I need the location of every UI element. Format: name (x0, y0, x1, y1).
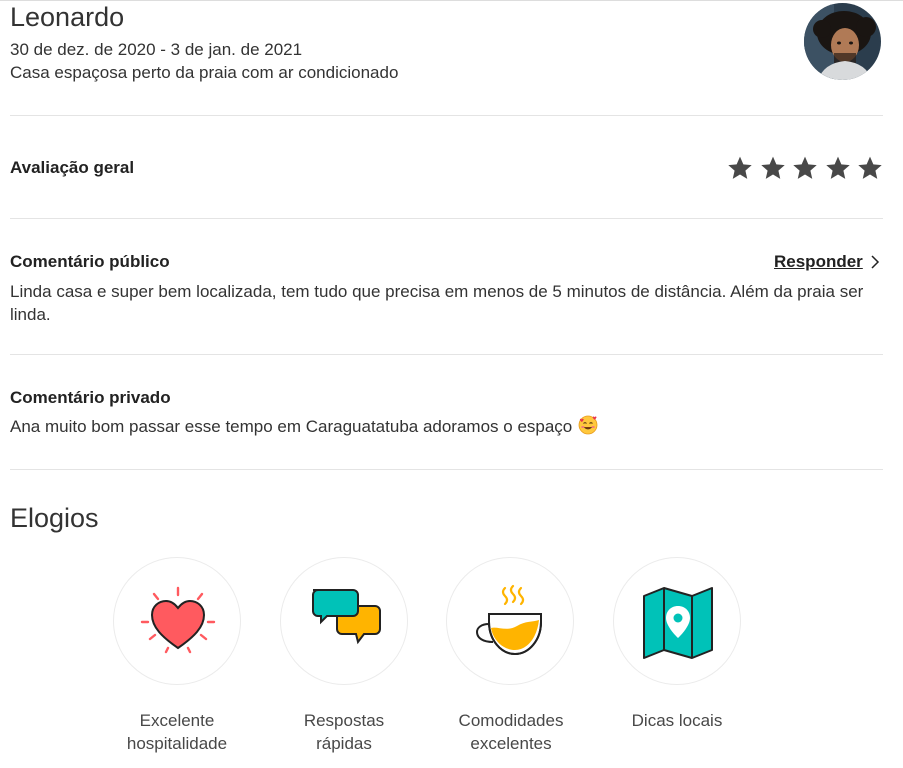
divider (10, 115, 883, 116)
compliment-label-amenities: Comodidades excelentes (458, 711, 564, 753)
star-icon (858, 156, 882, 179)
overall-rating-label: Avaliação geral (10, 158, 135, 177)
public-comment-title: Comentário público (10, 252, 170, 271)
compliment-label-hospitality: Excelente hospitalidade (126, 711, 228, 753)
divider (10, 218, 883, 219)
stay-dates: 30 de dez. de 2020 - 3 de jan. de 2021 (10, 40, 303, 59)
star-icon (728, 156, 752, 179)
compliment-label-responses: Respostas rápidas (303, 711, 385, 753)
avatar[interactable] (804, 3, 881, 80)
compliment-badge-local-tips (613, 557, 741, 685)
top-border (0, 0, 903, 1)
star-icon (825, 156, 850, 179)
star-icon (760, 156, 785, 179)
private-comment-text: Ana muito bom passar esse tempo em Carag… (10, 417, 573, 436)
chevron-right-icon[interactable] (870, 254, 880, 270)
avatar-photo (804, 3, 881, 80)
chat-bubbles-icon (312, 589, 381, 645)
heart-icon (140, 586, 216, 654)
reply-link[interactable]: Responder (774, 252, 863, 272)
star-rating (727, 155, 883, 183)
private-comment-title: Comentário privado (10, 388, 171, 407)
smiling-face-with-hearts-emoji (578, 415, 598, 435)
listing-title: Casa espaçosa perto da praia com ar cond… (10, 63, 399, 82)
guest-name: Leonardo (10, 2, 125, 32)
compliment-badge-amenities (446, 557, 574, 685)
map-pin-icon (643, 587, 713, 659)
private-comment: Ana muito bom passar esse tempo em Carag… (10, 415, 880, 438)
divider (10, 354, 883, 355)
compliments-title: Elogios (10, 503, 99, 533)
divider (10, 469, 883, 470)
compliment-badge-hospitality (113, 557, 241, 685)
compliment-badge-responses (280, 557, 408, 685)
public-comment-text: Linda casa e super bem localizada, tem t… (10, 282, 864, 324)
compliment-label-local-tips: Dicas locais (631, 711, 723, 730)
coffee-cup-icon (475, 584, 542, 656)
star-icon (793, 156, 817, 179)
